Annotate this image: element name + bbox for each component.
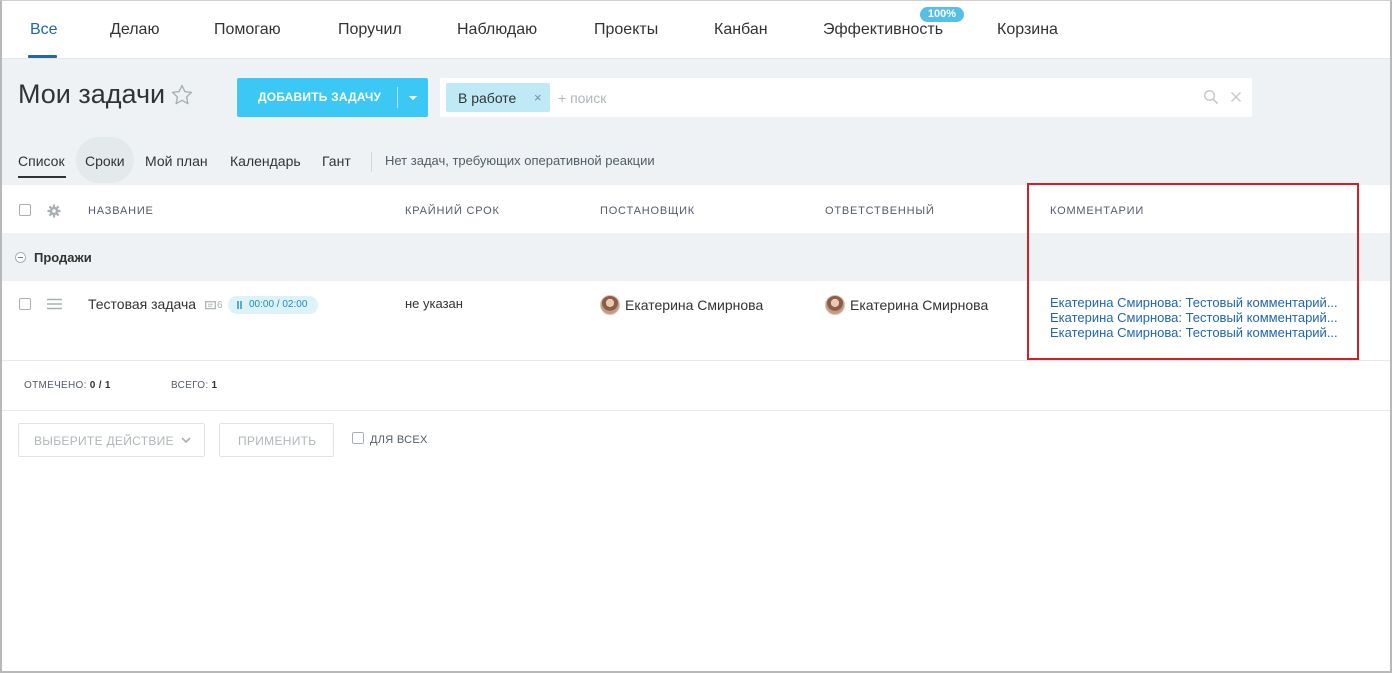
comment-icon [205, 301, 216, 310]
clear-icon[interactable] [1228, 89, 1244, 105]
view-my-plan[interactable]: Мой план [145, 153, 208, 169]
filter-tag[interactable]: В работе × [446, 83, 550, 112]
total-value: 1 [211, 380, 218, 391]
time-tracker[interactable]: 00:00 / 02:00 [228, 296, 318, 314]
search-box[interactable]: В работе × [440, 78, 1252, 117]
view-list[interactable]: Список [18, 153, 65, 169]
chevron-down-icon [181, 437, 191, 444]
page-header: Мои задачи ДОБАВИТЬ ЗАДАЧУ В работе × [2, 59, 1390, 135]
app-window: Все Делаю Помогаю Поручил Наблюдаю Проек… [0, 0, 1392, 673]
selected-count: ОТМЕЧЕНО: 0 / 1 [24, 380, 111, 391]
task-title[interactable]: Тестовая задача [88, 296, 196, 312]
group-name: Продажи [34, 250, 92, 265]
page-title: Мои задачи [18, 79, 166, 109]
tab-watching[interactable]: Наблюдаю [457, 21, 537, 39]
add-task-dropdown[interactable] [398, 78, 428, 117]
timer-value: 00:00 / 02:00 [249, 299, 308, 310]
add-task-button[interactable]: ДОБАВИТЬ ЗАДАЧУ [237, 78, 428, 117]
tab-assigned[interactable]: Поручил [338, 21, 402, 39]
collapse-icon[interactable] [15, 252, 26, 263]
apply-button[interactable]: ПРИМЕНИТЬ [219, 423, 334, 457]
menu-icon[interactable] [47, 298, 62, 310]
select-all-checkbox[interactable] [19, 204, 31, 216]
gear-icon[interactable] [47, 204, 61, 218]
active-view-underline [18, 176, 66, 178]
top-nav: Все Делаю Помогаю Поручил Наблюдаю Проек… [2, 1, 1390, 59]
column-header-deadline[interactable]: КРАЙНИЙ СРОК [405, 205, 500, 217]
close-icon[interactable]: × [534, 90, 542, 105]
search-icon[interactable] [1203, 89, 1219, 105]
view-deadlines[interactable]: Сроки [85, 153, 125, 169]
add-task-label: ДОБАВИТЬ ЗАДАЧУ [258, 90, 382, 104]
highlight-box [1027, 183, 1359, 360]
tab-kanban[interactable]: Канбан [714, 21, 768, 39]
selected-value: 0 / 1 [89, 380, 111, 391]
divider [371, 152, 372, 172]
selected-label: ОТМЕЧЕНО: [24, 380, 87, 391]
tab-trash[interactable]: Корзина [997, 21, 1058, 39]
tab-projects[interactable]: Проекты [594, 21, 658, 39]
action-select[interactable]: ВЫБЕРИТЕ ДЕЙСТВИЕ [18, 423, 205, 457]
active-tab-underline [28, 55, 57, 58]
for-all-label[interactable]: ДЛЯ ВСЕХ [370, 434, 428, 446]
deadline-value[interactable]: не указан [405, 296, 463, 311]
apply-button-label: ПРИМЕНИТЬ [238, 434, 317, 448]
view-switcher: Список Сроки Мой план Календарь Гант Нет… [2, 135, 1390, 185]
for-all-checkbox[interactable] [352, 432, 364, 444]
view-calendar[interactable]: Календарь [230, 153, 301, 169]
star-icon[interactable] [170, 83, 194, 107]
avatar [600, 295, 620, 315]
action-select-label: ВЫБЕРИТЕ ДЕЙСТВИЕ [34, 434, 174, 448]
table-totals: ОТМЕЧЕНО: 0 / 1 ВСЕГО: 1 [2, 361, 1390, 411]
chevron-down-icon [409, 96, 417, 100]
comment-count: 6 [217, 300, 223, 311]
responsible-name: Екатерина Смирнова [850, 297, 989, 313]
view-gantt[interactable]: Гант [322, 153, 351, 169]
column-header-responsible[interactable]: ОТВЕТСТВЕННЫЙ [825, 205, 935, 217]
pause-icon[interactable] [237, 301, 242, 309]
efficiency-badge: 100% [920, 7, 964, 22]
column-header-creator[interactable]: ПОСТАНОВЩИК [600, 205, 695, 217]
avatar [825, 295, 845, 315]
group-actions: ВЫБЕРИТЕ ДЕЙСТВИЕ ПРИМЕНИТЬ ДЛЯ ВСЕХ [2, 411, 1390, 471]
tab-doing[interactable]: Делаю [110, 21, 159, 39]
total-count: ВСЕГО: 1 [171, 380, 217, 391]
tab-efficiency[interactable]: Эффективность [823, 21, 943, 39]
row-checkbox[interactable] [19, 298, 31, 310]
filter-tag-label: В работе [458, 90, 517, 106]
column-header-title[interactable]: НАЗВАНИЕ [88, 205, 154, 217]
search-input[interactable] [558, 88, 1158, 108]
tab-all[interactable]: Все [30, 21, 58, 39]
creator-name: Екатерина Смирнова [625, 297, 764, 313]
tab-helping[interactable]: Помогаю [214, 21, 281, 39]
status-note: Нет задач, требующих оперативной реакции [385, 153, 655, 168]
total-label: ВСЕГО: [171, 380, 209, 391]
